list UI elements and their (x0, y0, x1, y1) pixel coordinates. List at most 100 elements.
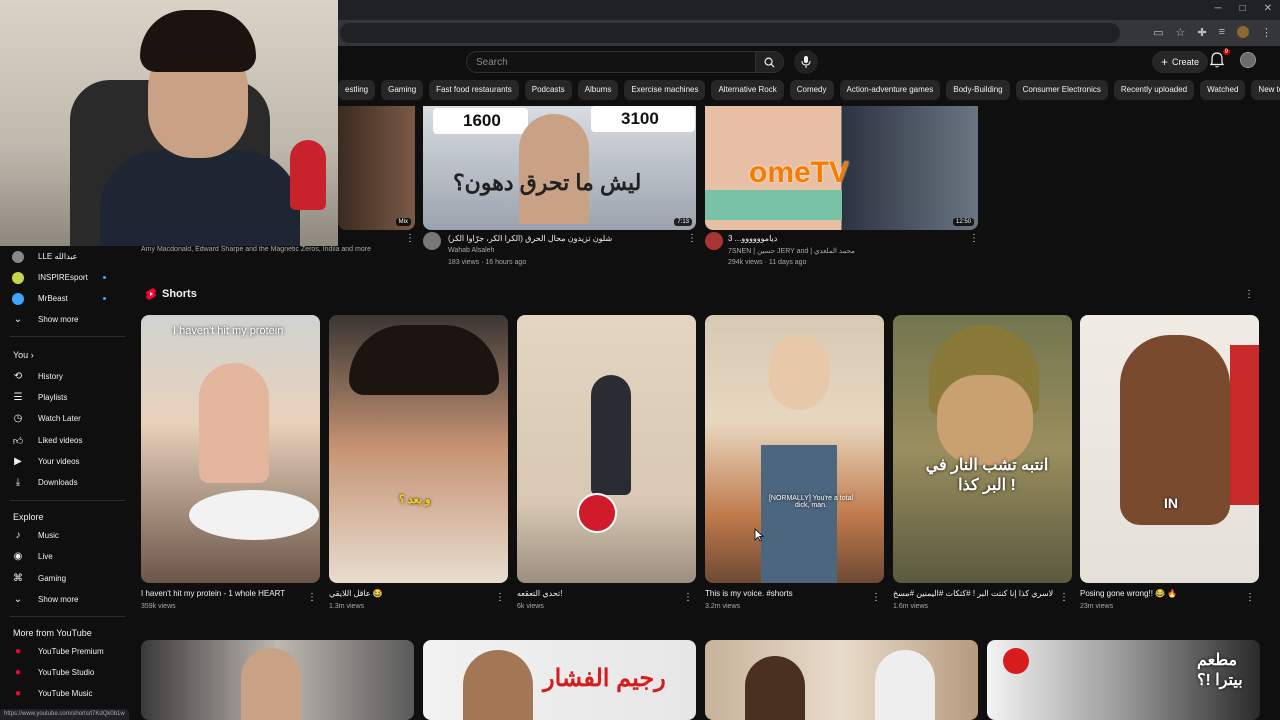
more-options-icon[interactable]: ⋮ (687, 233, 697, 245)
video-title[interactable]: 3 ...دياموووووو (728, 234, 777, 243)
show-more-button[interactable]: ⌄ Show more (0, 589, 130, 610)
more-options-icon[interactable]: ⋮ (1059, 592, 1069, 604)
short-thumbnail[interactable]: و بعد ؟ (329, 315, 508, 583)
sidebar-item-history[interactable]: ⟲ History (0, 366, 130, 387)
video-channel[interactable]: 7SNEN | حسين JERY and | محمد الملعدي (728, 247, 855, 255)
more-icon[interactable]: ⋮ (1261, 26, 1272, 39)
video-thumbnail[interactable]: 1600 3100 ليش ما تحرق دهون؟ 7:13 (423, 106, 696, 230)
short-views: 359k views (141, 603, 176, 610)
short-thumbnail[interactable]: انتبه تشب النار في البر كذا ! (893, 315, 1072, 583)
more-options-icon[interactable]: ⋮ (683, 592, 693, 604)
profile-icon[interactable] (1237, 26, 1249, 38)
star-icon[interactable]: ☆ (1175, 26, 1185, 39)
puzzle-icon[interactable]: ✚ (1197, 26, 1206, 39)
short-views: 1.6m views (893, 603, 929, 610)
chip[interactable]: Fast food restaurants (429, 80, 519, 100)
short-thumbnail[interactable] (517, 315, 696, 583)
sidebar-item-youtube-studio[interactable]: ● YouTube Studio (0, 662, 130, 683)
video-thumbnail[interactable]: رجيم الفشار (423, 640, 696, 720)
short-thumbnail[interactable]: IN (1080, 315, 1259, 583)
chip[interactable]: Consumer Electronics (1015, 80, 1108, 100)
short-title[interactable]: I haven't hit my protein - 1 whole HEART (141, 589, 301, 598)
sidebar-item-label: History (38, 372, 63, 381)
chip[interactable]: Action-adventure games (839, 80, 941, 100)
chip[interactable]: New to you (1251, 80, 1280, 100)
sidebar-item-gaming[interactable]: ⌘ Gaming (0, 568, 130, 589)
close-icon[interactable]: ✕ (1264, 3, 1272, 14)
more-options-icon[interactable]: ⋮ (1245, 592, 1255, 604)
short-title[interactable]: This is my voice. #shorts (705, 589, 865, 598)
sidebar-item-channel[interactable]: INSPIREsport (0, 267, 130, 288)
maximize-icon[interactable]: □ (1240, 3, 1246, 14)
video-channel[interactable]: Amy Macdonald, Edward Sharpe and the Mag… (141, 246, 371, 253)
short-title[interactable]: Posing gone wrong!! 😂 🔥 (1080, 589, 1240, 598)
menu-icon[interactable]: ≡ (1219, 26, 1225, 39)
video-thumbnail[interactable]: omeTV 12:50 (705, 106, 978, 230)
sidebar-item-playlists[interactable]: ☰ Playlists (0, 387, 130, 408)
thumbnail-face (241, 648, 301, 720)
chip[interactable]: Recently uploaded (1113, 80, 1195, 100)
sidebar-item-music[interactable]: ♪ Music (0, 525, 130, 546)
video-thumbnail[interactable]: Mix (338, 106, 415, 230)
video-channel[interactable]: Wahab Alsaleh (448, 247, 494, 254)
chip[interactable]: Body-Building (946, 80, 1010, 100)
cast-icon[interactable]: ▭ (1153, 26, 1163, 39)
sidebar-item-liked-videos[interactable]: 👍︎ Liked videos (0, 430, 130, 451)
video-title[interactable]: شلون تزيدون محال الحرق (الكرا الكر، جرّا… (448, 234, 612, 243)
short-caption: [NORMALLY] You're a total dick, man. (768, 495, 854, 509)
thumbnail-text: مطعم بيترا !؟ (1197, 652, 1243, 689)
sidebar-item-label: Show more (38, 595, 79, 604)
voice-search-button[interactable] (794, 50, 818, 74)
more-options-icon[interactable]: ⋮ (1244, 289, 1254, 301)
short-title[interactable]: تحدي التعقعه! (517, 589, 677, 598)
chip[interactable]: Comedy (789, 80, 834, 100)
sidebar-item-your-videos[interactable]: ▶ Your videos (0, 451, 130, 472)
status-bar-url: https://www.youtube.com/shorts/t7KdQk0b1… (0, 709, 129, 720)
more-options-icon[interactable]: ⋮ (405, 233, 415, 245)
avatar[interactable] (1240, 52, 1256, 68)
you-section-header[interactable]: You › (13, 350, 34, 360)
chip[interactable]: Watched (1200, 80, 1246, 100)
chip[interactable]: Podcasts (524, 80, 572, 100)
sidebar-item-channel[interactable]: MrBeast (0, 288, 130, 309)
chip[interactable]: Alternative Rock (711, 80, 784, 100)
sidebar-item-youtube-music[interactable]: ● YouTube Music (0, 683, 130, 704)
short-title[interactable]: عاقل اللايقي 😂 (329, 589, 489, 598)
create-button[interactable]: + Create (1152, 51, 1209, 73)
video-icon: ▶ (14, 456, 22, 467)
more-options-icon[interactable]: ⋮ (495, 592, 505, 604)
video-thumbnail[interactable] (141, 640, 414, 720)
chip[interactable]: Exercise machines (624, 80, 706, 100)
channel-avatar[interactable] (705, 232, 723, 250)
flag-icon (1003, 648, 1029, 674)
sidebar-item-watch-later[interactable]: ◷ Watch Later (0, 408, 130, 429)
more-options-icon[interactable]: ⋮ (307, 592, 317, 604)
thumbnail-person (591, 375, 631, 495)
sidebar-item-channel[interactable]: LLE عبدالله (0, 246, 130, 267)
chip[interactable]: Albums (577, 80, 619, 100)
chip[interactable]: Gaming (381, 80, 424, 100)
new-content-dot (103, 276, 106, 279)
chip[interactable]: estling (338, 80, 376, 100)
minimize-icon[interactable]: ─ (1214, 3, 1221, 14)
channel-avatar[interactable] (423, 232, 441, 250)
video-thumbnail[interactable]: مطعم بيترا !؟ (987, 640, 1260, 720)
clock-icon: ◷ (13, 413, 23, 424)
search-input[interactable]: Search (466, 51, 756, 73)
short-views: 23m views (1080, 603, 1114, 610)
sidebar-item-downloads[interactable]: ⤓ Downloads (0, 472, 130, 493)
sidebar-item-youtube-premium[interactable]: ● YouTube Premium (0, 641, 130, 662)
notifications-button[interactable]: 9 (1209, 49, 1230, 70)
more-options-icon[interactable]: ⋮ (969, 233, 979, 245)
more-options-icon[interactable]: ⋮ (871, 592, 881, 604)
live-icon: ◉ (13, 551, 23, 562)
short-thumbnail[interactable]: I haven't hit my protein (141, 315, 320, 583)
sidebar-item-live[interactable]: ◉ Live (0, 546, 130, 567)
short-thumbnail[interactable]: [NORMALLY] You're a total dick, man. (705, 315, 884, 583)
show-more-button[interactable]: ⌄ Show more (0, 309, 130, 330)
thumbnail-text: رجيم الفشار (543, 665, 666, 692)
short-title[interactable]: لاسري كذا إنا كنتت البر ! #كتكات #اليمني… (893, 589, 1053, 598)
address-bar[interactable] (340, 23, 1120, 43)
video-thumbnail[interactable] (705, 640, 978, 720)
search-button[interactable] (756, 51, 784, 73)
